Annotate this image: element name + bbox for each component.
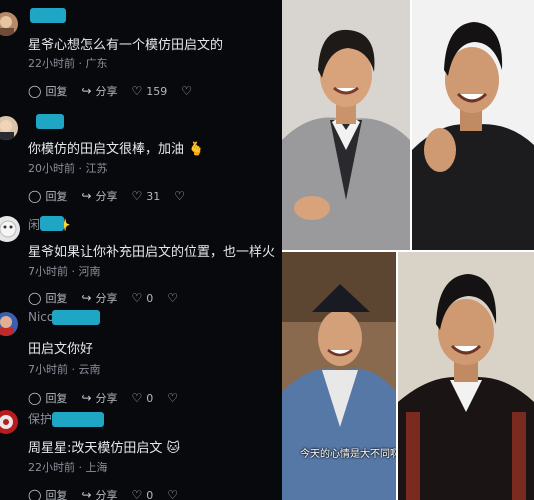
broken-heart-icon: ♡ xyxy=(167,488,179,500)
share-arrow-icon: ↪ xyxy=(81,391,92,405)
comment-text: 你模仿的田启文很棒，加油 🫰 xyxy=(28,142,205,157)
photo-actor-smiling[interactable] xyxy=(412,0,534,250)
share-button[interactable]: ↪ 分享 xyxy=(81,83,117,99)
avatar[interactable] xyxy=(0,216,20,242)
reply-button[interactable]: ◯ 回复 xyxy=(28,83,67,99)
chat-bubble-icon: ◯ xyxy=(28,488,42,500)
comment-text: 星爷心想怎么有一个模仿田启文的 xyxy=(28,38,224,53)
username-blur xyxy=(52,310,100,325)
comment-text: 周星星:改天模仿田启文 🐱 xyxy=(28,441,181,456)
username-blur xyxy=(30,8,66,23)
share-button[interactable]: ↪ 分享 xyxy=(81,487,117,500)
comment-time: 7小时前 xyxy=(28,265,68,278)
comment-location: 江苏 xyxy=(85,162,108,175)
reply-button[interactable]: ◯ 回复 xyxy=(28,290,67,306)
comment-location: 河南 xyxy=(78,265,101,278)
share-button[interactable]: ↪ 分享 xyxy=(81,390,117,406)
reply-button[interactable]: ◯ 回复 xyxy=(28,188,67,204)
broken-heart-icon: ♡ xyxy=(167,291,179,305)
comment-actions: ◯ 回复 ↪ 分享 ♡ 0 ♡ xyxy=(28,390,196,406)
comment-time: 22小时前 xyxy=(28,57,75,70)
reply-button[interactable]: ◯ 回复 xyxy=(28,487,67,500)
photo-caption: 今天的心情是大不同啊 xyxy=(300,449,396,460)
comment-actions: ◯ 回复 ↪ 分享 ♡ 31 ♡ xyxy=(28,188,203,204)
comment-time: 7小时前 xyxy=(28,363,68,376)
comment-actions: ◯ 回复 ↪ 分享 ♡ 159 ♡ xyxy=(28,83,210,99)
comment-meta: 20小时前 · 江苏 xyxy=(28,162,108,175)
like-button[interactable]: ♡ 31 xyxy=(132,189,161,203)
like-button[interactable]: ♡ 159 xyxy=(132,84,168,98)
comment-actions: ◯ 回复 ↪ 分享 ♡ 0 ♡ xyxy=(28,487,196,500)
chat-bubble-icon: ◯ xyxy=(28,291,42,305)
comment-time: 20小时前 xyxy=(28,162,75,175)
dislike-button[interactable]: ♡ xyxy=(167,391,182,405)
reply-button[interactable]: ◯ 回复 xyxy=(28,390,67,406)
share-arrow-icon: ↪ xyxy=(81,189,92,203)
comment-meta: 7小时前 · 河南 xyxy=(28,265,101,278)
share-button[interactable]: ↪ 分享 xyxy=(81,290,117,306)
broken-heart-icon: ♡ xyxy=(181,84,193,98)
share-button[interactable]: ↪ 分享 xyxy=(81,188,117,204)
broken-heart-icon: ♡ xyxy=(174,189,186,203)
heart-icon: ♡ xyxy=(131,488,143,500)
like-button[interactable]: ♡ 0 xyxy=(132,391,154,405)
heart-icon: ♡ xyxy=(131,391,143,405)
comment-time: 22小时前 xyxy=(28,461,75,474)
photo-actor-grey-suit[interactable] xyxy=(282,0,410,250)
share-arrow-icon: ↪ xyxy=(81,488,92,500)
comment-meta: 22小时前 · 上海 xyxy=(28,461,108,474)
avatar[interactable] xyxy=(0,410,18,434)
like-button[interactable]: ♡ 0 xyxy=(132,488,154,500)
comment-location: 云南 xyxy=(78,363,101,376)
username[interactable]: 保护 xyxy=(28,410,52,427)
dislike-button[interactable]: ♡ xyxy=(174,189,189,203)
comment-panel: 星爷心想怎么有一个模仿田启文的 22小时前 · 广东 ◯ 回复 ↪ 分享 ♡ 159 … xyxy=(0,0,282,500)
share-arrow-icon: ↪ xyxy=(81,84,92,98)
username-blur xyxy=(52,412,104,427)
comment-text: 星爷如果让你补充田启文的位置，也一样火 xyxy=(28,245,276,260)
comment-actions: ◯ 回复 ↪ 分享 ♡ 0 ♡ xyxy=(28,290,196,306)
photo-actor-blue-robe[interactable]: 今天的心情是大不同啊 xyxy=(282,252,396,500)
photo-collage: 今天的心情是大不同啊 xyxy=(282,0,534,500)
comment-location: 上海 xyxy=(85,461,108,474)
dislike-button[interactable]: ♡ xyxy=(167,488,182,500)
share-arrow-icon: ↪ xyxy=(81,291,92,305)
heart-icon: ♡ xyxy=(131,189,143,203)
broken-heart-icon: ♡ xyxy=(167,391,179,405)
avatar[interactable] xyxy=(0,312,18,336)
avatar[interactable] xyxy=(0,12,18,36)
comment-meta: 22小时前 · 广东 xyxy=(28,57,108,70)
heart-icon: ♡ xyxy=(131,291,143,305)
avatar[interactable] xyxy=(0,116,18,140)
username-blur xyxy=(36,114,64,129)
chat-bubble-icon: ◯ xyxy=(28,189,42,203)
heart-icon: ♡ xyxy=(131,84,143,98)
chat-bubble-icon: ◯ xyxy=(28,391,42,405)
dislike-button[interactable]: ♡ xyxy=(181,84,196,98)
comment-text: 田启文你好 xyxy=(28,342,94,357)
chat-bubble-icon: ◯ xyxy=(28,84,42,98)
photo-actor-patterned-jacket[interactable] xyxy=(398,252,534,500)
comment-meta: 7小时前 · 云南 xyxy=(28,363,101,376)
username-blur xyxy=(40,216,64,231)
like-button[interactable]: ♡ 0 xyxy=(132,291,154,305)
dislike-button[interactable]: ♡ xyxy=(167,291,182,305)
comment-location: 广东 xyxy=(85,57,108,70)
